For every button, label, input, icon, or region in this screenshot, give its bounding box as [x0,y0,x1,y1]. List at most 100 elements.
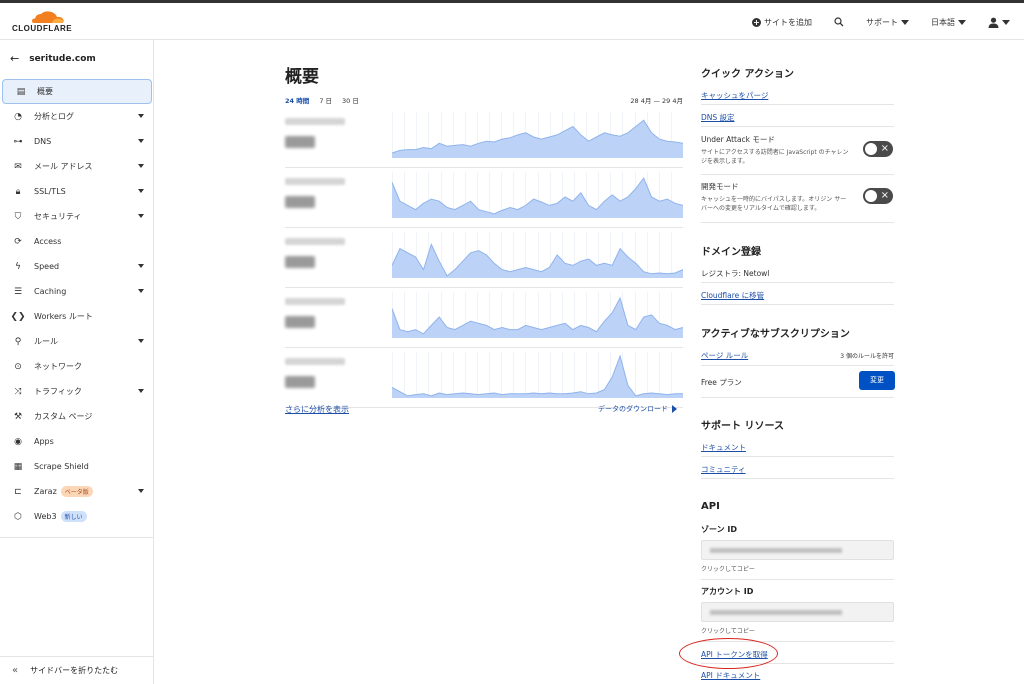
add-site-button[interactable]: + サイトを追加 [752,17,812,28]
registrar-text: レジストラ: Netowl [701,269,770,278]
dev-mode-toggle[interactable]: × [863,188,893,204]
sidebar-item[interactable]: ϟ Speed [0,254,153,279]
change-plan-button[interactable]: 変更 [859,371,895,390]
download-data-link[interactable]: データのダウンロード [598,404,677,414]
bolt-icon: ϟ [15,261,21,272]
sidebar-item[interactable]: ✉ メール アドレス [0,154,153,179]
dev-mode-description: キャッシュを一時的にバイパスします。オリジン サーバーへの変更をリアルタイムで確… [701,196,847,212]
workers-icon: ❮❯ [10,311,26,322]
sidebar-item[interactable]: ⛉ セキュリティ [0,204,153,229]
sidebar-item[interactable]: ◔ 分析とログ [0,104,153,129]
range-tab[interactable]: 7 日 [319,95,332,105]
sidebar-item-label: Zaraz [34,487,57,496]
metric-row[interactable] [285,290,683,348]
sidebar-item[interactable]: ⊏ Zaraz ベータ版 [0,479,153,504]
chevron-down-icon [138,214,144,218]
chevron-down-icon [138,139,144,143]
metric-row[interactable] [285,230,683,288]
sidebar-item-label: トラフィック [34,387,82,396]
chevron-down-icon [138,164,144,168]
divider [701,397,894,398]
support-label: サポート [866,17,898,27]
chevron-down-icon [138,189,144,193]
sidebar-divider [0,537,153,538]
redacted-value [710,610,842,615]
documentation-link[interactable]: ドキュメント [701,442,746,453]
sidebar-item[interactable]: 🔒︎ SSL/TLS [0,179,153,204]
collapse-sidebar-button[interactable]: « サイドバーを折りたたむ [0,656,153,684]
highlight-annotation [679,638,778,669]
divider [701,174,894,175]
sidebar-item[interactable]: ⊶ DNS [0,129,153,154]
mail-icon: ✉ [14,161,22,172]
sidebar-item[interactable]: ▤ 概要 [2,79,152,104]
sidebar-item[interactable]: ⊙ ネットワーク [0,354,153,379]
account-id-field[interactable] [701,602,894,622]
zone-id-field[interactable] [701,540,894,560]
sidebar-item[interactable]: ◉ Apps [0,429,153,454]
divider [701,126,894,127]
page-rules-link[interactable]: ページ ルール [701,350,748,361]
metric-row[interactable] [285,170,683,228]
language-menu[interactable]: 日本語 [931,17,966,28]
purge-cache-link[interactable]: キャッシュをパージ [701,90,768,101]
redacted-value [710,548,842,553]
support-menu[interactable]: サポート [866,17,909,28]
top-actions: + サイトを追加 サポート 日本語 [730,13,1010,31]
divider [701,365,894,366]
sidebar-item[interactable]: ❮❯ Workers ルート [0,304,153,329]
account-id-label: アカウント ID [701,587,754,596]
redacted-metric-value [285,376,315,388]
redacted-metric-label [285,298,345,305]
status-badge: 新しい [60,511,87,522]
sidebar-item[interactable]: ☰ Caching [0,279,153,304]
sidebar-item[interactable]: ⬡ Web3 新しい [0,504,153,529]
chevron-down-icon [138,339,144,343]
range-tab[interactable]: 30 日 [342,95,359,105]
rules-icon: ⚲ [14,336,22,347]
search-icon [834,17,844,27]
more-analytics-link[interactable]: さらに分析を表示 [285,404,349,415]
range-tab[interactable]: 24 時間 [285,95,309,105]
divider [701,282,894,283]
chevron-down-icon [1002,19,1010,25]
arrow-left-icon[interactable]: ← [10,52,19,65]
page-title: 概要 [285,67,319,87]
sidebar-item-label: Access [34,237,62,246]
search-button[interactable] [834,17,844,27]
metric-row[interactable] [285,350,683,408]
sidebar: ← seritude.com ▤ 概要 ◔ 分析とログ ⊶ DNS ✉ メール アドレス 🔒︎ S… [0,40,154,684]
sidebar-item-label: Apps [34,437,54,446]
metric-row[interactable] [285,110,683,168]
cloudflare-logo[interactable]: CLOUDFLARE [12,9,78,37]
sidebar-nav: ▤ 概要 ◔ 分析とログ ⊶ DNS ✉ メール アドレス 🔒︎ SSL/TLS ⛉ セキュリティ ⟳ A… [0,79,153,529]
sidebar-item[interactable]: ⚒ カスタム ページ [0,404,153,429]
community-link[interactable]: コミュニティ [701,464,746,475]
user-menu[interactable] [988,17,1010,28]
scrape-shield-icon: ▦ [13,461,23,472]
toggle-knob [865,190,877,202]
divider [701,222,894,223]
zone-switcher[interactable]: ← seritude.com [10,52,96,65]
sidebar-item-label: SSL/TLS [34,187,66,196]
api-docs-link[interactable]: API ドキュメント [701,670,760,681]
top-bar: CLOUDFLARE + サイトを追加 サポート 日本語 [0,0,1024,40]
transfer-to-cloudflare-link[interactable]: Cloudflare に移管 [701,290,764,301]
user-icon [988,17,999,28]
plan-name: Free プラン [701,378,742,387]
sparkline-area [392,298,683,338]
sparkline-area [392,356,683,398]
sparkline-chart [392,112,683,158]
dns-settings-link[interactable]: DNS 設定 [701,112,735,123]
toggle-knob [865,143,877,155]
sidebar-item[interactable]: ⟳ Access [0,229,153,254]
sidebar-item[interactable]: ⤨ トラフィック [0,379,153,404]
sparkline-chart [392,232,683,278]
under-attack-toggle[interactable]: × [863,141,893,157]
api-title: API [701,501,720,512]
sidebar-item-label: 分析とログ [34,112,74,121]
sparkline-area [392,120,683,158]
sidebar-item[interactable]: ▦ Scrape Shield [0,454,153,479]
sidebar-item[interactable]: ⚲ ルール [0,329,153,354]
sidebar-item-label: ルール [34,337,58,346]
